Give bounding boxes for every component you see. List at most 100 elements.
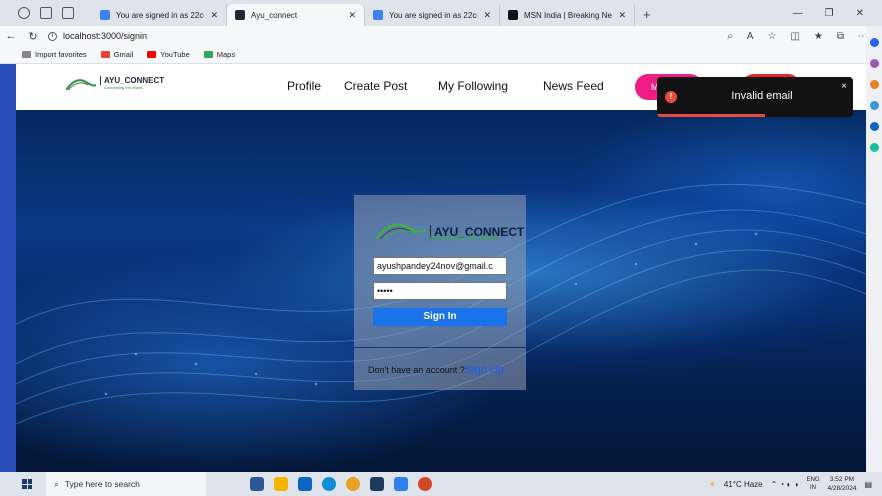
browser-tab-strip: You are signed in as 22cd3007 ✕ Ayu_conn…	[0, 0, 882, 26]
no-account-text: Don't have an account ?	[368, 365, 465, 375]
sidebar-app-icon[interactable]	[869, 143, 879, 152]
weather-text[interactable]: 41°C Haze	[724, 480, 763, 489]
tab-favicon	[235, 10, 245, 20]
sidebar-app-icon[interactable]	[869, 59, 879, 68]
lang-bottom: IN	[810, 485, 816, 491]
favorite-star-icon[interactable]: ☆	[767, 31, 776, 42]
clock-date: 4/28/2024	[827, 485, 857, 492]
browser-tab[interactable]: MSN India | Breaking News, Ente ✕	[500, 4, 635, 26]
signup-card: Don't have an account ?Sign Up	[354, 348, 526, 390]
file-explorer-icon[interactable]	[274, 477, 288, 491]
logo-graphic-icon	[376, 223, 426, 239]
tray-icons[interactable]: ⌃ ◔ ◐ ◑	[771, 480, 799, 489]
signup-prompt: Don't have an account ?Sign Up	[368, 364, 504, 376]
back-icon[interactable]: ←	[0, 30, 22, 42]
split-screen-icon[interactable]: ◫	[790, 31, 799, 42]
browser-tab[interactable]: You are signed in as 22cd3007 ✕	[365, 4, 500, 26]
url-text: localhost:3000/signin	[63, 31, 148, 41]
favorite-label: Import favorites	[35, 50, 87, 59]
favorites-icon[interactable]: ★	[814, 31, 823, 42]
email-field[interactable]	[373, 257, 507, 275]
app-icon[interactable]	[370, 477, 384, 491]
browser-tab[interactable]: You are signed in as 22cd3007 ✕	[92, 4, 227, 26]
error-icon: !	[665, 91, 677, 103]
edge-icon[interactable]	[322, 477, 336, 491]
error-toast: ! Invalid email ×	[657, 77, 853, 117]
taskbar-search[interactable]: ⌕ Type here to search	[46, 472, 206, 496]
tab-favicon	[508, 10, 518, 20]
tab-label: You are signed in as 22cd3007	[389, 10, 477, 20]
workspaces-icon[interactable]	[40, 7, 52, 19]
language-indicator[interactable]: ENG IN	[807, 476, 820, 492]
refresh-icon[interactable]: ↻	[22, 30, 44, 43]
shopping-icon[interactable]	[869, 80, 879, 89]
favorite-youtube[interactable]: YouTube	[147, 50, 190, 59]
signup-link[interactable]: Sign Up	[465, 364, 504, 376]
favorite-maps[interactable]: Maps	[203, 50, 236, 59]
favorite-label: YouTube	[160, 50, 190, 59]
search-placeholder: Type here to search	[64, 479, 140, 489]
signin-card: AYU_CONNECT Connecting the World Sign In	[354, 195, 526, 347]
close-tab-icon[interactable]: ✕	[483, 10, 491, 21]
tab-favicon	[100, 10, 110, 20]
tools-icon[interactable]	[869, 101, 879, 110]
close-window-icon[interactable]: ✕	[856, 8, 864, 19]
close-tab-icon[interactable]: ✕	[618, 10, 626, 21]
logo-graphic-icon	[66, 79, 96, 90]
toast-close-icon[interactable]: ×	[841, 81, 847, 92]
favorite-label: Maps	[216, 50, 236, 59]
profile-icon[interactable]	[18, 7, 30, 19]
clock[interactable]: 3:52 PM 4/28/2024	[828, 475, 857, 493]
weather-icon: ☀	[708, 479, 716, 489]
signin-button[interactable]: Sign In	[373, 308, 507, 326]
youtube-icon	[147, 51, 157, 58]
chrome-icon[interactable]	[346, 477, 360, 491]
site-info-icon[interactable]: i	[48, 31, 57, 41]
favorite-gmail[interactable]: Gmail	[100, 50, 134, 59]
notification-icon[interactable]: ▤	[864, 480, 872, 489]
nav-create-post[interactable]: Create Post	[344, 79, 407, 93]
powerpoint-icon[interactable]	[418, 477, 432, 491]
tab-favicon	[373, 10, 383, 20]
tab-label: MSN India | Breaking News, Ente	[524, 10, 612, 20]
toast-message: Invalid email	[731, 90, 793, 102]
site-logo[interactable]: AYU_CONNECT Connecting the World	[66, 76, 164, 90]
collections-icon[interactable]: ⧉	[837, 31, 844, 42]
read-aloud-icon[interactable]: A	[747, 31, 754, 42]
url-field[interactable]: i localhost:3000/signin	[48, 31, 727, 41]
browser-tab-active[interactable]: Ayu_connect ✕	[227, 4, 365, 26]
new-tab-button[interactable]: +	[635, 4, 659, 26]
windows-start-icon[interactable]	[22, 479, 32, 489]
lang-top: ENG	[806, 477, 820, 483]
maps-icon	[203, 51, 213, 58]
password-field[interactable]	[373, 282, 507, 300]
edge-sidebar	[866, 26, 882, 472]
address-bar-row: ← ↻ i localhost:3000/signin ⌕ A ☆ ◫ ★ ⧉ …	[0, 26, 882, 46]
logo-name: AYU_CONNECT	[100, 76, 164, 85]
close-tab-icon[interactable]: ✕	[210, 10, 218, 21]
zoom-icon[interactable]: ⌕	[727, 31, 733, 42]
nav-news-feed[interactable]: News Feed	[543, 79, 604, 93]
mail-icon[interactable]	[298, 477, 312, 491]
task-view-icon[interactable]	[250, 477, 264, 491]
favorite-label: Gmail	[113, 50, 134, 59]
windows-taskbar: ⌕ Type here to search ☀ 41°C Haze ⌃ ◔ ◐ …	[0, 472, 882, 496]
tab-actions-icon[interactable]	[62, 7, 74, 19]
card-logo: AYU_CONNECT Connecting the World	[376, 219, 524, 242]
web-page: AYU_CONNECT Connecting the World Profile…	[16, 64, 866, 472]
card-logo-tagline: Connecting the World	[430, 235, 498, 242]
import-icon	[22, 51, 31, 58]
minimize-icon[interactable]: —	[793, 8, 803, 19]
nav-my-following[interactable]: My Following	[438, 79, 508, 93]
search-icon: ⌕	[54, 478, 59, 489]
window-system-icons	[0, 0, 92, 26]
maximize-icon[interactable]: ❐	[825, 8, 834, 19]
browser-toolbar: ⌕ A ☆ ◫ ★ ⧉ ⋯	[727, 31, 882, 42]
copilot-icon[interactable]	[869, 38, 879, 47]
vscode-icon[interactable]	[394, 477, 408, 491]
favorites-bar: Import favorites Gmail YouTube Maps	[0, 46, 866, 64]
outlook-icon[interactable]	[869, 122, 879, 131]
nav-profile[interactable]: Profile	[287, 79, 321, 93]
favorite-import[interactable]: Import favorites	[22, 50, 87, 59]
close-tab-icon[interactable]: ✕	[348, 10, 356, 21]
